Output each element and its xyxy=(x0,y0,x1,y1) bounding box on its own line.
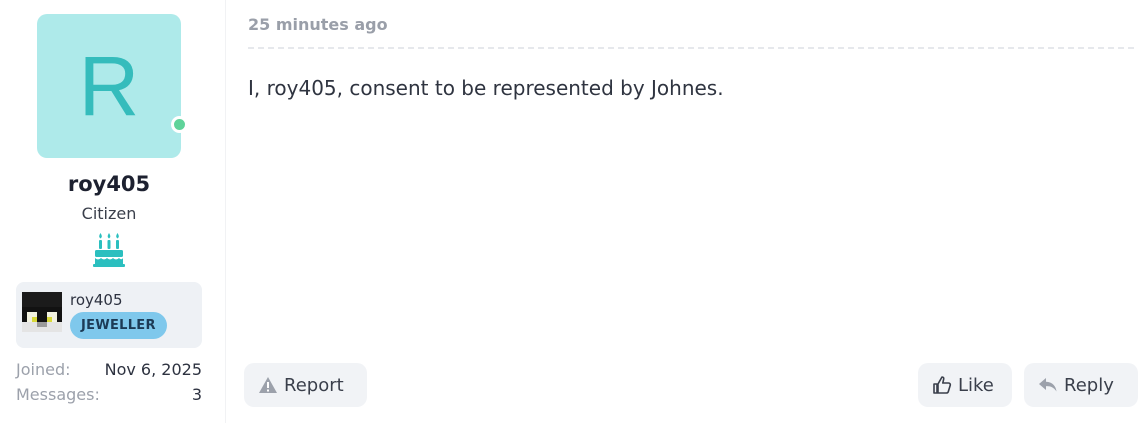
birthday-cake-icon xyxy=(93,233,125,267)
stat-row-joined: Joined: Nov 6, 2025 xyxy=(16,360,202,385)
post-timestamp[interactable]: 25 minutes ago xyxy=(248,15,388,34)
stat-label: Joined: xyxy=(16,360,71,379)
avatar-letter: R xyxy=(78,39,140,133)
username[interactable]: roy405 xyxy=(0,172,218,196)
stat-row-messages: Messages: 3 xyxy=(16,385,202,410)
like-button[interactable]: Like xyxy=(918,363,1012,407)
minecraft-profile-card[interactable]: roy405 JEWELLER xyxy=(16,282,202,348)
minecraft-head-avatar xyxy=(22,292,62,332)
user-stats: Joined: Nov 6, 2025 Messages: 3 xyxy=(16,360,202,410)
stat-value: 3 xyxy=(191,385,202,404)
rank-badge: JEWELLER xyxy=(70,312,167,339)
user-sidebar: R roy405 Citizen roy405 JEWELLER Joined:… xyxy=(0,0,226,423)
reply-label: Reply xyxy=(1064,374,1114,396)
reply-arrow-icon xyxy=(1039,378,1057,392)
online-status-indicator xyxy=(171,116,188,133)
post-divider xyxy=(248,47,1134,49)
stat-label: Messages: xyxy=(16,385,100,404)
warning-triangle-icon xyxy=(259,377,277,393)
avatar[interactable]: R xyxy=(37,14,181,158)
like-label: Like xyxy=(958,374,994,396)
report-label: Report xyxy=(284,374,344,396)
reply-button[interactable]: Reply xyxy=(1024,363,1138,407)
minecraft-username: roy405 xyxy=(70,291,123,309)
post-body: I, roy405, consent to be represented by … xyxy=(248,76,724,100)
user-title: Citizen xyxy=(81,204,137,223)
stat-value: Nov 6, 2025 xyxy=(104,360,202,379)
thumbs-up-icon xyxy=(933,376,952,394)
report-button[interactable]: Report xyxy=(244,363,367,407)
